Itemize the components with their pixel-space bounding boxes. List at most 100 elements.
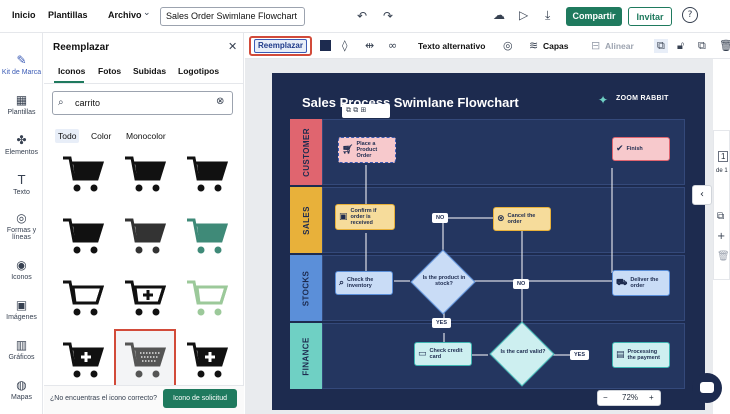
tab-uploads[interactable]: Subidas [133, 66, 166, 76]
icon-result[interactable] [176, 267, 238, 329]
decision-in-stock-label: Is the product in stock? [422, 275, 466, 288]
icon-result[interactable] [176, 143, 238, 205]
chevron-down-icon[interactable]: ⌄ [143, 8, 151, 18]
file-menu[interactable]: Archivo [108, 10, 142, 20]
node-finish[interactable]: ✔ Finish [612, 137, 670, 161]
node-check-inventory[interactable]: ⌕ Check the inventory [335, 271, 393, 295]
node-deliver-order[interactable]: ⛟ Deliver the order [612, 270, 670, 296]
search-input[interactable]: ⌕ carrito ⊗ [52, 91, 233, 115]
icon-result[interactable] [52, 143, 114, 205]
charts-icon: ▥ [15, 338, 28, 352]
replace-panel: Reemplazar ✕ Iconos Fotos Subidas Logoti… [44, 33, 244, 414]
page-side-panel: 1 de 1 ⧉ + 🗑︎ [713, 130, 730, 280]
align-icon: ⊟ [591, 39, 601, 52]
zoom-out-button[interactable]: − [603, 393, 608, 402]
present-icon[interactable]: ▷ [519, 8, 528, 22]
collapse-panel-icon[interactable]: ‹ [692, 185, 712, 205]
invite-button[interactable]: Invitar [628, 7, 672, 26]
rail-item-0[interactable]: ✎ Kit de Marca [0, 53, 43, 76]
cloud-sync-icon[interactable]: ☁ [493, 8, 505, 22]
rail-item-label: Gráficos [8, 354, 35, 361]
undo-icon[interactable]: ↶ [357, 9, 367, 23]
layers-button[interactable]: Capas [543, 41, 569, 51]
opacity-icon[interactable]: ◊ [342, 39, 347, 52]
rail-item-label: Plantillas [7, 109, 36, 116]
templates-link[interactable]: Plantillas [48, 10, 88, 20]
alt-text-button[interactable]: Texto alternativo [418, 41, 485, 51]
flip-icon[interactable]: ⇹ [365, 39, 374, 52]
text-icon: T [17, 173, 26, 187]
icon-result[interactable] [52, 205, 114, 267]
rail-item-2[interactable]: ✤ Elementos [0, 133, 43, 156]
credit-card-icon: ▭ [418, 348, 427, 359]
icon-result[interactable] [114, 205, 176, 267]
link-icon[interactable]: ∞ [388, 39, 397, 52]
share-button[interactable]: Compartir [566, 7, 622, 26]
rail-item-1[interactable]: ▦ Plantillas [0, 93, 43, 116]
rail-item-label: Formas y líneas [6, 227, 37, 241]
rail-item-3[interactable]: T Texto [0, 173, 43, 196]
redo-icon[interactable]: ↷ [383, 9, 393, 23]
tab-photos[interactable]: Fotos [98, 66, 121, 76]
download-icon[interactable]: ⤓ [545, 8, 550, 23]
tab-icons[interactable]: Iconos [58, 66, 85, 76]
edge-label-yes: YES [570, 350, 590, 360]
node-confirm-order[interactable]: ▣ Confirm if order is received [335, 204, 395, 230]
icon-result[interactable] [114, 329, 176, 391]
shopping-cart-icon [63, 342, 105, 378]
panel-footer: ¿No encuentras el icono correcto? Icono … [44, 385, 244, 414]
lock-icon[interactable]: 🔓︎ [677, 39, 684, 53]
decision-card-valid-label: Is the card valid? [500, 349, 546, 355]
add-page-icon[interactable]: + [717, 231, 725, 242]
rail-item-4[interactable]: ◎ Formas y líneas [0, 211, 43, 241]
rail-item-label: Kit de Marca [1, 69, 42, 76]
rail-item-5[interactable]: ◉ Iconos [0, 258, 43, 281]
page-number[interactable]: 1 [718, 151, 729, 162]
rail-item-7[interactable]: ▥ Gráficos [0, 338, 43, 361]
replace-button[interactable]: Reemplazar [254, 39, 307, 53]
node-place-order[interactable]: 🛒︎ Place a Product Order [338, 137, 396, 163]
group-icon[interactable]: ⧉ [654, 39, 668, 53]
request-icon-button[interactable]: Icono de solicitud [163, 389, 237, 408]
node-context-menu[interactable]: ⧉ ⧉ ⊞ [342, 104, 390, 118]
clear-icon[interactable]: ⊗ [216, 96, 224, 107]
document-title-input[interactable]: Sales Order Swimlane Flowchart [160, 7, 305, 26]
rail-item-8[interactable]: ◍ Mapas [0, 378, 43, 401]
delete-icon[interactable]: 🗑︎ [719, 39, 730, 52]
context-toolbar: Reemplazar ◊ ⇹ ∞ Texto alternativo ◎ ≋ C… [245, 33, 730, 59]
icon-result[interactable] [52, 267, 114, 329]
animate-icon[interactable]: ◎ [503, 39, 513, 52]
rail-item-6[interactable]: ▣ Imágenes [0, 298, 43, 321]
duplicate-icon[interactable]: ⧉ [698, 39, 706, 53]
fill-color-swatch[interactable] [320, 40, 331, 51]
copy-page-icon[interactable]: ⧉ [717, 211, 724, 222]
shopping-cart-icon [187, 218, 229, 254]
icon-results-grid [52, 143, 238, 391]
close-icon[interactable]: ✕ [228, 40, 237, 53]
shopping-cart-icon [63, 218, 105, 254]
chat-support-button[interactable] [692, 373, 722, 403]
zoom-in-button[interactable]: + [649, 393, 654, 402]
page-count: de 1 [716, 168, 728, 174]
icon-result[interactable] [114, 143, 176, 205]
tab-logos[interactable]: Logotipos [178, 66, 219, 76]
home-link[interactable]: Inicio [12, 10, 36, 20]
filter-color[interactable]: Color [88, 129, 114, 143]
node-processing-payment[interactable]: ▤ Processing the payment [612, 342, 670, 368]
icon-result[interactable] [52, 329, 114, 391]
layers-icon[interactable]: ≋ [529, 39, 538, 52]
node-cancel-order[interactable]: ⊗ Cancel the order [493, 207, 551, 231]
chat-icon [700, 382, 714, 393]
zoom-level[interactable]: 72% [622, 393, 638, 402]
filter-monocolor[interactable]: Monocolor [123, 129, 169, 143]
node-check-card[interactable]: ▭ Check credit card [414, 342, 472, 366]
shopping-cart-icon [125, 156, 167, 192]
icon-result[interactable] [176, 205, 238, 267]
icon-result[interactable] [176, 329, 238, 391]
icon-result[interactable] [114, 267, 176, 329]
help-icon[interactable]: ? [682, 7, 698, 23]
edge-label-yes: YES [432, 318, 452, 328]
flowchart-board[interactable]: Sales Process Swimlane Flowchart ✦ ZOOM … [272, 73, 705, 410]
filter-all[interactable]: Todo [55, 129, 80, 143]
shopping-cart-icon [187, 280, 229, 316]
